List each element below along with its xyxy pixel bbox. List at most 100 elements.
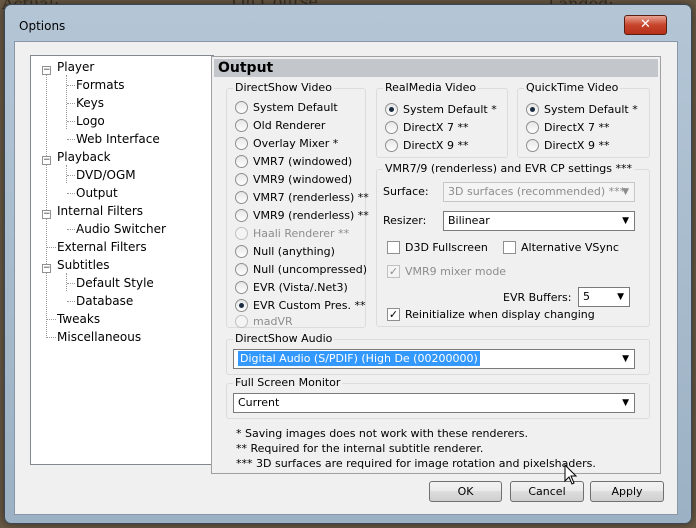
radio-label: Haali Renderer ** [253, 227, 350, 240]
checkbox-reinitialize[interactable]: ✓ Reinitialize when display changing [387, 308, 595, 321]
tree-item-output[interactable]: Output [76, 186, 118, 200]
radio-indicator [385, 103, 398, 116]
surface-value: 3D surfaces (recommended) *** [448, 185, 626, 198]
tree-toggle-internal-filters[interactable]: − [42, 210, 51, 219]
radio-indicator [385, 139, 398, 152]
radio-label: Old Renderer [253, 119, 326, 132]
tree-item-keys[interactable]: Keys [76, 96, 104, 110]
checkmark-icon: ✓ [387, 308, 400, 321]
title-bar[interactable]: Options ✕ [5, 5, 691, 39]
group-legend: Full Screen Monitor [233, 376, 343, 389]
radio-indicator [235, 227, 248, 240]
tree-line [66, 273, 67, 291]
close-button[interactable]: ✕ [624, 15, 667, 35]
radio-indicator [235, 155, 248, 168]
apply-button[interactable]: Apply [590, 481, 664, 502]
radio-indicator [235, 137, 248, 150]
tree-item-external-filters[interactable]: External Filters [57, 240, 147, 254]
radio-madvr: madVR [235, 315, 293, 328]
tree-item-subtitles[interactable]: Subtitles [57, 258, 110, 272]
tree-item-audio-switcher[interactable]: Audio Switcher [76, 222, 166, 236]
options-tree[interactable]: − Player Formats Keys Logo Web Interface… [30, 55, 214, 465]
evr-buffers-label: EVR Buffers: [503, 291, 572, 304]
checkbox-indicator [387, 241, 400, 254]
tree-item-tweaks[interactable]: Tweaks [57, 312, 100, 326]
tree-item-internal-filters[interactable]: Internal Filters [57, 204, 143, 218]
tree-line [67, 229, 75, 230]
radio-label: System Default [253, 101, 338, 114]
tree-item-default-style[interactable]: Default Style [76, 276, 154, 290]
resizer-select[interactable]: Bilinear ▼ [443, 211, 635, 231]
radio-null-anything[interactable]: Null (anything) [235, 245, 335, 258]
radio-label: madVR [253, 315, 293, 328]
radio-overlay-mixer[interactable]: Overlay Mixer * [235, 137, 338, 150]
radio-indicator [526, 103, 539, 116]
tree-item-player[interactable]: Player [57, 60, 94, 74]
tree-item-database[interactable]: Database [76, 294, 133, 308]
tree-toggle-player[interactable]: − [42, 66, 51, 75]
radio-evr-custom-pres[interactable]: EVR Custom Pres. ** [235, 299, 365, 312]
radio-haali-renderer: Haali Renderer ** [235, 227, 349, 240]
tree-line [66, 165, 67, 183]
tree-item-web-interface[interactable]: Web Interface [76, 132, 160, 146]
tree-line [67, 103, 75, 104]
chevron-down-icon: ▼ [622, 187, 629, 197]
radio-evr[interactable]: EVR (Vista/.Net3) [235, 281, 348, 294]
radio-vmr9-windowed[interactable]: VMR9 (windowed) [235, 173, 352, 186]
page-title: Output [214, 59, 658, 77]
resizer-value: Bilinear [448, 214, 490, 227]
radio-label: Null (uncompressed) [253, 263, 368, 276]
tree-line [46, 70, 47, 338]
chevron-down-icon: ▼ [617, 292, 624, 302]
group-legend: VMR7/9 (renderless) and EVR CP settings … [383, 162, 634, 175]
radio-vmr7-renderless[interactable]: VMR7 (renderless) ** [235, 191, 369, 204]
surface-select: 3D surfaces (recommended) *** ▼ [443, 182, 635, 202]
tree-toggle-subtitles[interactable]: − [42, 264, 51, 273]
ok-button[interactable]: OK [429, 481, 502, 502]
radio-rm-system-default[interactable]: System Default * [385, 103, 497, 116]
radio-indicator [235, 173, 248, 186]
radio-qt-directx9[interactable]: DirectX 9 ** [526, 139, 609, 152]
radio-rm-directx9[interactable]: DirectX 9 ** [385, 139, 468, 152]
radio-old-renderer[interactable]: Old Renderer [235, 119, 325, 132]
radio-label: VMR9 (renderless) ** [253, 209, 369, 222]
radio-label: DirectX 7 ** [544, 121, 610, 134]
radio-label: VMR9 (windowed) [253, 173, 353, 186]
checkbox-label: Reinitialize when display changing [405, 308, 595, 321]
radio-indicator [526, 121, 539, 134]
radio-system-default[interactable]: System Default [235, 101, 338, 114]
radio-vmr7-windowed[interactable]: VMR7 (windowed) [235, 155, 352, 168]
radio-label: EVR (Vista/.Net3) [253, 281, 348, 294]
radio-rm-directx7[interactable]: DirectX 7 ** [385, 121, 468, 134]
audio-renderer-select[interactable]: Digital Audio (S/PDIF) (High De (0020000… [233, 349, 635, 369]
tree-line [67, 193, 75, 194]
radio-qt-directx7[interactable]: DirectX 7 ** [526, 121, 609, 134]
tree-item-formats[interactable]: Formats [76, 78, 125, 92]
tree-item-logo[interactable]: Logo [76, 114, 105, 128]
radio-label: Null (anything) [253, 245, 335, 258]
radio-qt-system-default[interactable]: System Default * [526, 103, 638, 116]
tree-item-miscellaneous[interactable]: Miscellaneous [57, 330, 141, 344]
checkbox-d3d-fullscreen[interactable]: D3D Fullscreen [387, 241, 488, 254]
mouse-cursor-icon [564, 464, 578, 485]
group-legend: DirectShow Audio [233, 332, 335, 345]
checkbox-label: VMR9 mixer mode [405, 265, 507, 278]
group-legend: QuickTime Video [524, 81, 621, 94]
chevron-down-icon: ▼ [622, 354, 629, 364]
window-title: Options [19, 19, 66, 33]
radio-vmr9-renderless[interactable]: VMR9 (renderless) ** [235, 209, 369, 222]
evr-buffers-select[interactable]: 5 ▼ [578, 287, 630, 307]
tree-item-dvd-ogm[interactable]: DVD/OGM [76, 168, 136, 182]
options-dialog: Options ✕ − Player Formats Keys Logo Web… [4, 4, 692, 524]
radio-null-uncompressed[interactable]: Null (uncompressed) [235, 263, 367, 276]
radio-label: EVR Custom Pres. ** [253, 299, 366, 312]
checkbox-alternative-vsync[interactable]: Alternative VSync [503, 241, 619, 254]
audio-renderer-value: Digital Audio (S/PDIF) (High De (0020000… [238, 351, 480, 366]
tree-toggle-playback[interactable]: − [42, 156, 51, 165]
tree-item-playback[interactable]: Playback [57, 150, 111, 164]
note-3d-surfaces: *** 3D surfaces are required for image r… [236, 457, 596, 470]
monitor-select[interactable]: Current ▼ [233, 393, 635, 413]
evr-buffers-value: 5 [583, 290, 590, 303]
radio-indicator [235, 119, 248, 132]
group-legend: DirectShow Video [233, 81, 334, 94]
